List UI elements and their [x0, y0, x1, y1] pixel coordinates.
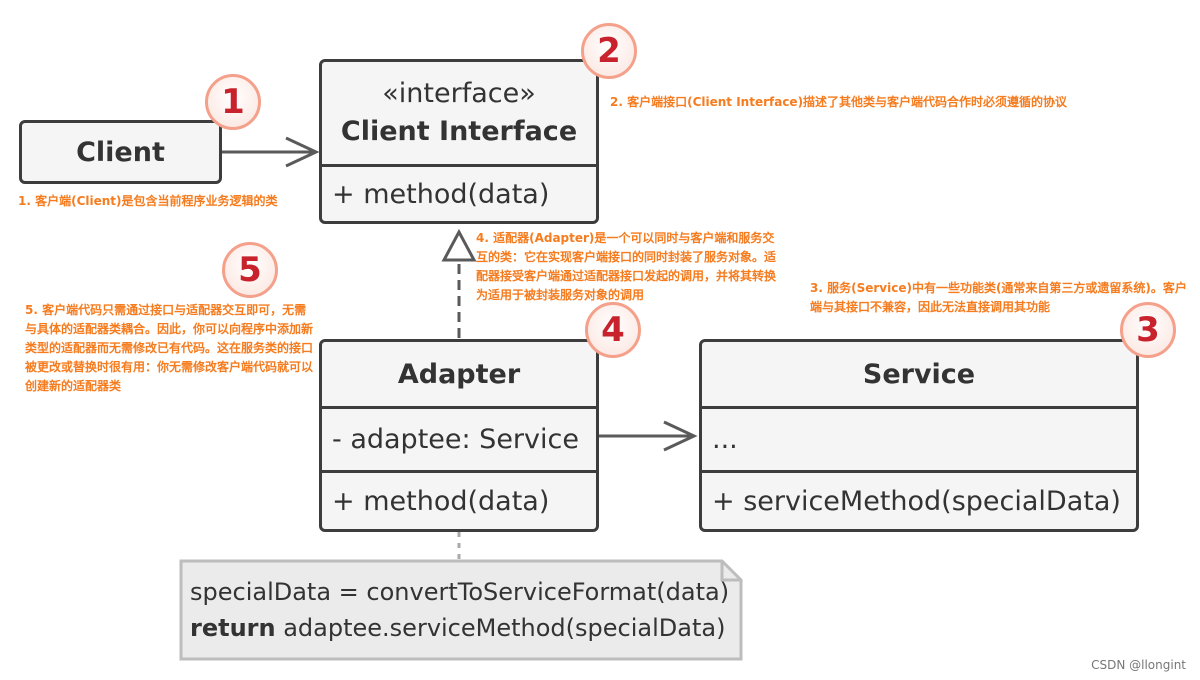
field: - adaptee: Service [322, 406, 596, 470]
client-interface-class: «interface» Client Interface + method(da… [319, 59, 599, 224]
method: + method(data) [322, 164, 596, 221]
note-2: 2. 客户端接口(Client Interface)描述了其他类与客户端代码合作… [610, 95, 1068, 109]
realization-triangle [441, 228, 477, 262]
watermark: CSDN @llongint [1091, 658, 1186, 672]
note-5: 5. 客户端代码只需通过接口与适配器交互即可，无需与具体的适配器类耦合。因此，你… [25, 303, 314, 393]
code-line-2: return adaptee.serviceMethod(specialData… [190, 610, 742, 646]
method: + serviceMethod(specialData) [702, 470, 1136, 529]
badge-5: 5 [222, 242, 278, 298]
service-class: Service ... + serviceMethod(specialData) [699, 339, 1139, 532]
badge-2: 2 [581, 23, 637, 79]
code-note: specialData = convertToServiceFormat(dat… [180, 560, 742, 660]
class-title: Service [862, 358, 976, 390]
adapter-class: Adapter - adaptee: Service + method(data… [319, 339, 599, 532]
class-header: «interface» Client Interface [322, 62, 596, 164]
note-1: 1. 客户端(Client)是包含当前程序业务逻辑的类 [18, 194, 278, 208]
code-line-1: specialData = convertToServiceFormat(dat… [190, 578, 730, 606]
return-keyword: return [190, 614, 276, 642]
badge-4: 4 [585, 302, 641, 358]
note-3: 3. 服务(Service)中有一些功能类(通常来自第三方或遗留系统)。客户端与… [810, 281, 1187, 314]
class-title: Adapter [397, 358, 521, 390]
badge-1: 1 [205, 74, 261, 130]
stereotype: «interface» [382, 78, 536, 109]
class-title: Client [76, 136, 165, 168]
note-4: 4. 适配器(Adapter)是一个可以同时与客户端和服务交互的类：它在实现客户… [476, 231, 777, 302]
class-title: Client Interface [340, 116, 578, 147]
method: + method(data) [322, 470, 596, 529]
field: ... [702, 406, 1136, 470]
client-class: Client [19, 120, 222, 184]
code-line-2-rest: adaptee.serviceMethod(specialData) [275, 614, 726, 642]
